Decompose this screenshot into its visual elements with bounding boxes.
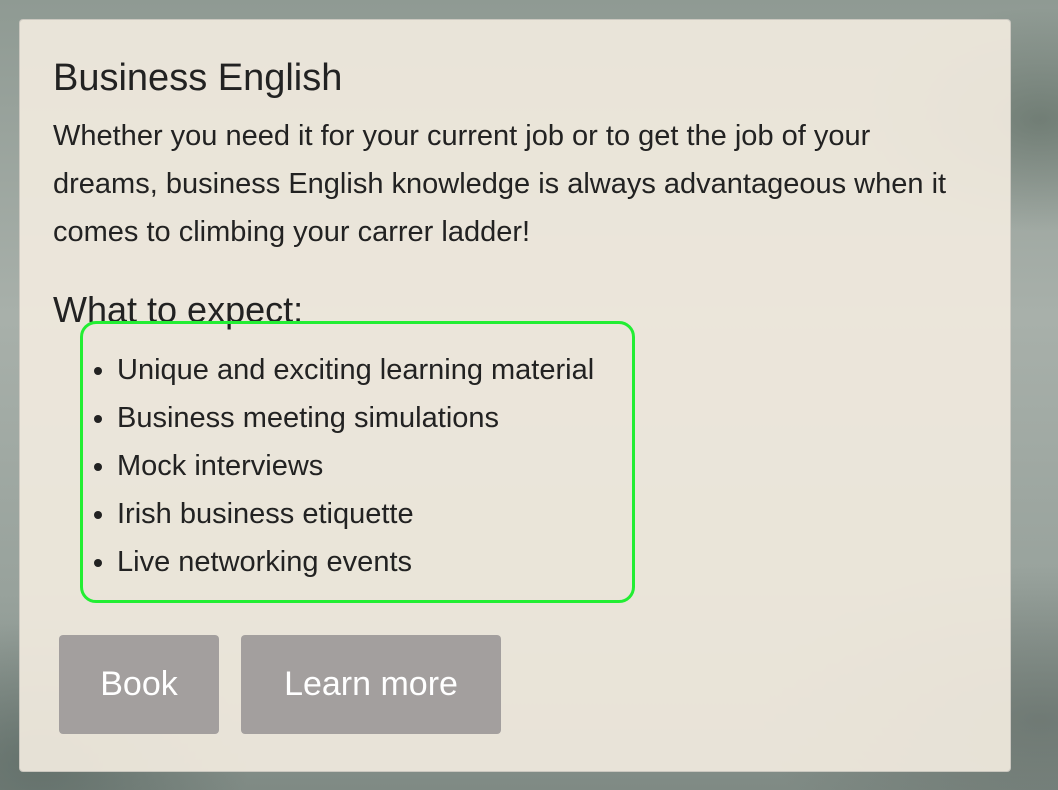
card-title: Business English — [53, 57, 343, 99]
feature-list: Unique and exciting learning material Bu… — [53, 346, 977, 586]
section-heading: What to expect: — [53, 289, 304, 330]
list-item: Mock interviews — [117, 442, 977, 490]
learn-more-button[interactable]: Learn more — [241, 635, 501, 734]
list-item: Irish business etiquette — [117, 490, 977, 538]
list-item: Business meeting simulations — [117, 394, 977, 442]
button-row: Book Learn more — [59, 635, 501, 734]
course-card: Business English Whether you need it for… — [19, 19, 1011, 772]
list-item: Unique and exciting learning material — [117, 346, 977, 394]
list-item: Live networking events — [117, 538, 977, 586]
card-description: Whether you need it for your current job… — [53, 120, 947, 248]
book-button[interactable]: Book — [59, 635, 219, 734]
